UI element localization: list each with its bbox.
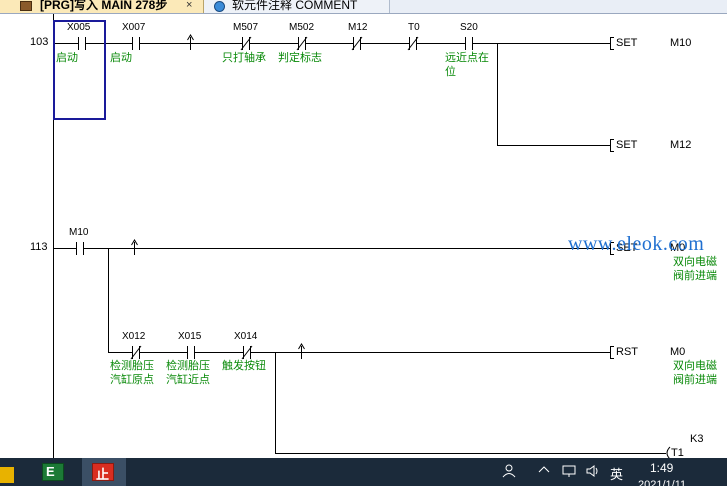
device-comment: 远近点在 [445,52,489,64]
close-icon[interactable]: × [186,0,192,11]
device-label: X014 [234,331,258,342]
device-comment: 启动 [56,52,78,64]
device-label: X012 [122,331,146,342]
device-comment: 双向电磁 [673,360,717,372]
instruction-label: RST [616,346,638,358]
device-comment: 启动 [110,52,132,64]
operand-label: M0 [670,346,686,358]
ladder-program-icon [20,1,32,11]
tab-bar: [PRG]写入 MAIN 278步 × 软元件注释 COMMENT [0,0,727,14]
device-comment: 阀前进端 [673,270,717,282]
timer-constant: K3 [690,433,704,445]
contact-m12-nc [351,36,363,51]
device-comment: 检测胎压 [110,360,154,372]
contact-s20 [465,37,473,50]
device-comment: 阀前进端 [673,374,717,386]
device-label: S20 [460,22,478,33]
plc-software-icon: 止 [92,463,114,482]
device-label: X007 [122,22,146,33]
contact-m507-nc [240,36,252,51]
contact-x007 [132,37,140,50]
device-label: X015 [178,331,202,342]
contact-x012-nc [130,345,142,360]
operand-label: M12 [670,139,692,151]
contact-m10 [76,242,84,255]
device-label: M12 [348,22,368,33]
device-comment: 检测胎压 [166,360,210,372]
device-label: M507 [233,22,259,33]
cell-cursor [53,20,106,120]
comment-icon [214,1,225,12]
people-icon[interactable] [502,464,516,481]
device-comment: 只打轴承 [222,52,266,64]
clock-time[interactable]: 1:49 [650,461,673,475]
folder-icon [0,467,14,483]
taskbar-app-folder[interactable] [0,458,36,486]
device-comment: 双向电磁 [673,256,717,268]
device-label: T0 [408,22,420,33]
tab-program-main[interactable]: [PRG]写入 MAIN 278步 × [0,0,204,13]
instruction-label: SET [616,139,638,151]
device-comment: 触发按钮 [222,360,266,372]
network-icon[interactable] [562,464,576,481]
instruction-label: SET [616,37,638,49]
taskbar-app-plc[interactable]: 止 [82,458,126,486]
device-label: M502 [289,22,315,33]
device-comment: 汽缸原点 [110,374,154,386]
contact-t0-nc [407,36,419,51]
step-number: 113 [30,241,48,253]
ime-indicator[interactable]: 英 [610,464,623,483]
device-comment: 判定标志 [278,52,322,64]
taskbar-app-excel[interactable]: E [36,458,72,486]
chevron-up-icon[interactable] [538,464,550,479]
contact-m502-nc [296,36,308,51]
taskbar: E 止 英 1:49 2021/1/11 [0,458,727,491]
watermark: www.eleok.com [568,233,705,255]
contact-x015 [187,346,195,359]
device-label: X005 [67,22,91,33]
spreadsheet-icon: E [42,463,64,481]
tab-program-label: [PRG]写入 MAIN 278步 [40,0,168,12]
tab-device-comment[interactable]: 软元件注释 COMMENT [204,0,390,13]
clock-date[interactable]: 2021/1/11 [638,479,686,491]
device-label: M10 [69,227,89,238]
operand-label: M10 [670,37,692,49]
volume-icon[interactable] [586,464,600,481]
tab-comment-label: 软元件注释 COMMENT [232,0,358,12]
step-number: 103 [30,36,49,48]
device-comment: 汽缸近点 [166,374,210,386]
contact-x014-nc [241,345,253,360]
device-comment: 位 [445,66,456,78]
